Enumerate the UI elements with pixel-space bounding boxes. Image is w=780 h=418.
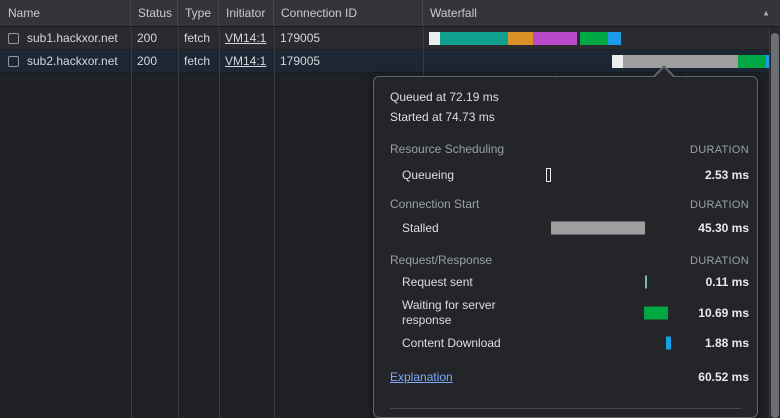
section-title: Resource Scheduling <box>390 141 504 157</box>
name-cell: sub1.hackxor.net <box>0 27 131 49</box>
waterfall-segment-queueing <box>612 55 623 68</box>
column-header-initiator[interactable]: Initiator <box>219 0 274 26</box>
waterfall-segment-initial-connection <box>508 32 533 45</box>
waiting-bar <box>644 307 668 320</box>
vertical-scrollbar[interactable] <box>769 28 780 418</box>
timing-row-request-sent: Request sent 0.11 ms <box>374 271 757 293</box>
table-row[interactable]: sub1.hackxor.net 200 fetch VM14:1 179005 <box>0 27 780 50</box>
initiator-cell: VM14:1 <box>219 50 274 72</box>
column-divider <box>131 27 132 418</box>
section-title: Request/Response <box>390 252 492 268</box>
waterfall-segment-stalled <box>623 55 738 68</box>
queued-at-text: Queued at 72.19 ms <box>374 89 757 105</box>
section-resource-scheduling: Resource Scheduling DURATION <box>374 141 757 158</box>
type-cell: fetch <box>178 27 219 49</box>
timing-value: 0.11 ms <box>706 275 749 289</box>
waterfall-segment-waiting-for-server-response <box>738 55 766 68</box>
duration-column-label: DURATION <box>690 197 749 213</box>
waterfall-segment-queueing <box>429 32 440 45</box>
timing-row-content-download: Content Download 1.88 ms <box>374 332 757 354</box>
network-panel: Name Status Type Initiator Connection ID… <box>0 0 780 418</box>
timing-value: 10.69 ms <box>698 306 749 320</box>
initiator-link[interactable]: VM14:1 <box>225 31 266 45</box>
waterfall-cell <box>423 27 780 49</box>
total-duration: 60.52 ms <box>698 370 749 384</box>
waterfall-cell <box>423 50 780 72</box>
row-checkbox[interactable] <box>8 33 19 44</box>
connection-id-cell: 179005 <box>274 50 423 72</box>
scrollbar-thumb[interactable] <box>771 33 779 418</box>
request-sent-bar <box>645 276 647 289</box>
tooltip-divider <box>390 408 741 409</box>
initiator-cell: VM14:1 <box>219 27 274 49</box>
request-name: sub1.hackxor.net <box>27 31 118 45</box>
stalled-bar <box>551 222 645 235</box>
initiator-link[interactable]: VM14:1 <box>225 54 266 68</box>
timing-label: Waiting for server response <box>402 298 520 328</box>
explanation-link[interactable]: Explanation <box>390 370 453 384</box>
timing-value: 45.30 ms <box>698 221 749 235</box>
type-cell: fetch <box>178 50 219 72</box>
section-title: Connection Start <box>390 196 479 212</box>
sort-ascending-icon: ▲ <box>762 9 770 18</box>
request-name: sub2.hackxor.net <box>27 54 118 68</box>
column-header-type[interactable]: Type <box>178 0 219 26</box>
waterfall-segment-content-download <box>608 32 621 45</box>
waterfall-segment-ssl <box>533 32 577 45</box>
waterfall-segment-waiting-for-server-response <box>580 32 608 45</box>
column-header-waterfall[interactable]: Waterfall ▲ <box>423 0 780 26</box>
queueing-bar <box>546 168 551 182</box>
timing-label: Queueing <box>402 168 454 183</box>
section-connection-start: Connection Start DURATION <box>374 196 757 213</box>
name-cell: sub2.hackxor.net <box>0 50 131 72</box>
waterfall-segment-dns-lookup <box>440 32 508 45</box>
timing-value: 1.88 ms <box>705 336 749 350</box>
duration-column-label: DURATION <box>690 142 749 158</box>
column-divider <box>178 27 179 418</box>
status-cell: 200 <box>131 50 178 72</box>
timing-row-waiting: Waiting for server response 10.69 ms <box>374 297 757 329</box>
timing-label: Request sent <box>402 275 473 290</box>
connection-id-cell: 179005 <box>274 27 423 49</box>
status-cell: 200 <box>131 27 178 49</box>
column-header-status[interactable]: Status <box>131 0 178 26</box>
started-at-text: Started at 74.73 ms <box>374 109 757 125</box>
timing-label: Content Download <box>402 336 501 351</box>
column-divider <box>274 27 275 418</box>
column-header-name[interactable]: Name <box>0 0 131 26</box>
content-download-bar <box>666 337 671 350</box>
row-checkbox[interactable] <box>8 56 19 67</box>
waterfall-timing-tooltip: Queued at 72.19 ms Started at 74.73 ms R… <box>373 76 758 418</box>
waterfall-header-label: Waterfall <box>430 6 477 20</box>
timing-row-queueing: Queueing 2.53 ms <box>374 164 757 186</box>
timing-row-stalled: Stalled 45.30 ms <box>374 217 757 239</box>
column-header-connection-id[interactable]: Connection ID <box>274 0 423 26</box>
table-header: Name Status Type Initiator Connection ID… <box>0 0 780 27</box>
column-divider <box>219 27 220 418</box>
timing-value: 2.53 ms <box>705 168 749 182</box>
duration-column-label: DURATION <box>690 253 749 269</box>
timing-label: Stalled <box>402 221 439 236</box>
tooltip-footer: Explanation 60.52 ms <box>374 366 757 388</box>
tooltip-arrow-fill <box>655 68 673 77</box>
section-request-response: Request/Response DURATION <box>374 252 757 269</box>
